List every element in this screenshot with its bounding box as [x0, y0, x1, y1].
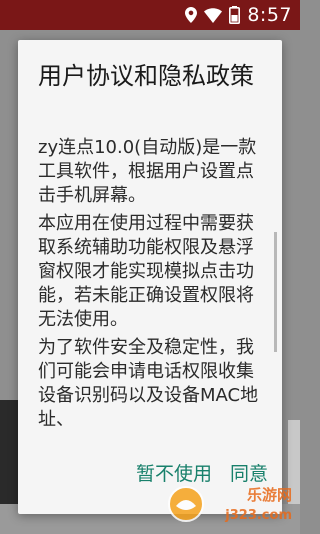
- status-bar: 8:57: [0, 0, 300, 30]
- location-icon: [185, 7, 198, 23]
- dialog-paragraph-2: 本应用在使用过程中需要获取系统辅助功能权限及悬浮窗权限才能实现模拟点击功能，若未…: [38, 213, 254, 330]
- wifi-icon: [204, 8, 223, 23]
- status-icons: 8:57: [185, 3, 292, 27]
- watermark-logo: 乐游网 j323.com: [158, 480, 298, 530]
- dialog-paragraph-3: 为了软件安全及稳定性，我们可能会申请电话权限收集设备识别码以及设备MAC地址、: [38, 337, 259, 426]
- dialog-title: 用户协议和隐私政策: [38, 62, 254, 90]
- watermark-text: 乐游网: [246, 486, 292, 504]
- dialog-paragraph-1: zy连点10.0(自动版)是一款工具软件，根据用户设置点击手机屏幕。: [38, 137, 257, 206]
- watermark-badge-icon: [168, 486, 204, 522]
- watermark-url: j323.com: [225, 508, 292, 523]
- privacy-policy-dialog: 用户协议和隐私政策 zy连点10.0(自动版)是一款工具软件，根据用户设置点击手…: [18, 40, 282, 514]
- dialog-scrollbar[interactable]: [274, 232, 277, 352]
- dialog-body[interactable]: zy连点10.0(自动版)是一款工具软件，根据用户设置点击手机屏幕。 本应用在使…: [38, 136, 264, 426]
- battery-icon: [229, 6, 241, 24]
- status-time: 8:57: [247, 4, 292, 26]
